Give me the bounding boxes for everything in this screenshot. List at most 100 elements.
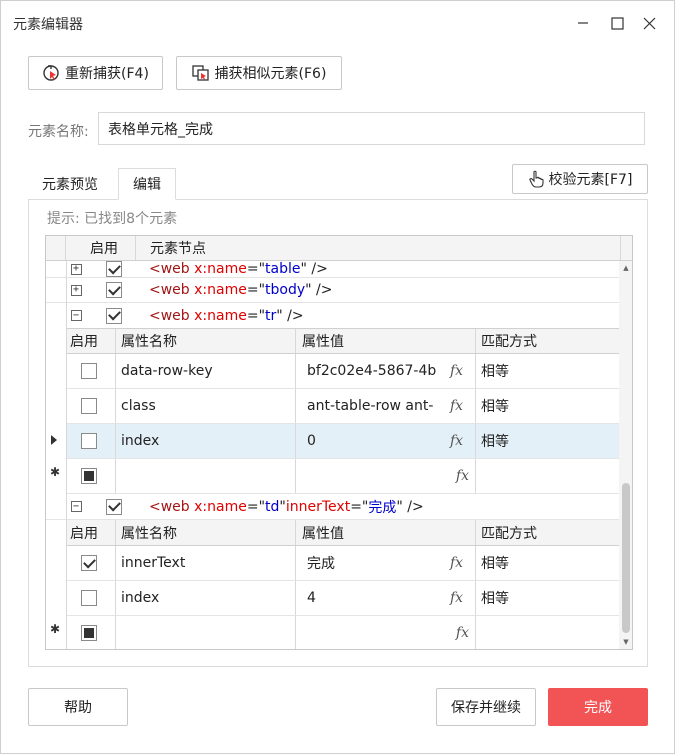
fx-icon[interactable]: fx	[450, 398, 463, 414]
element-name-input[interactable]	[98, 112, 645, 145]
tr-attr-header-name: 属性名称	[121, 334, 177, 350]
grid-header-node-label: 元素节点	[150, 241, 206, 257]
current-row-indicator-icon	[51, 435, 57, 445]
td-attr-header-value: 属性值	[302, 525, 344, 542]
recapture-icon	[42, 64, 60, 82]
grid-scrollbar[interactable]: ▲ ▼	[619, 261, 632, 649]
help-label: 帮助	[64, 700, 92, 716]
capture-similar-button[interactable]: 捕获相似元素(F6)	[176, 56, 342, 90]
fx-icon[interactable]: fx	[456, 625, 469, 641]
element-editor-window: 元素编辑器 重新捕获(F4) 捕获相似元素(F6) 元素名称: 元素预览 编辑	[0, 0, 675, 754]
tr-attr-new-row[interactable]: fx	[66, 459, 619, 494]
td-attr-innertext-checkbox[interactable]	[81, 555, 97, 571]
node-table-checkbox[interactable]	[106, 261, 122, 277]
td-new-row-checkbox[interactable]	[81, 625, 97, 641]
window-title: 元素编辑器	[13, 17, 83, 33]
verify-element-button[interactable]: 校验元素[F7]	[512, 164, 648, 194]
attr-value-cell[interactable]: 4	[307, 590, 442, 606]
node-row-tbody[interactable]: + <web x:name =" tbody " />	[46, 278, 619, 303]
verify-element-label: 校验元素[F7]	[548, 172, 633, 188]
edit-panel: 提示: 已找到8个元素 启用 元素节点 + <web x:name =" table…	[28, 199, 648, 667]
tr-attr-header-row: 启用 属性名称 属性值 匹配方式	[66, 328, 619, 354]
scroll-up-icon[interactable]: ▲	[622, 264, 630, 272]
tab-element-preview[interactable]: 元素预览	[28, 168, 112, 200]
recapture-button[interactable]: 重新捕获(F4)	[28, 56, 163, 90]
tr-new-row-checkbox[interactable]	[81, 468, 97, 484]
node-row-tr[interactable]: − <web x:name =" tr " />	[46, 303, 619, 328]
recapture-label: 重新捕获(F4)	[65, 66, 149, 82]
expand-icon[interactable]: +	[70, 284, 82, 296]
close-icon[interactable]	[638, 13, 660, 33]
tr-attr-row[interactable]: class ant-table-row ant-fx 相等	[66, 389, 619, 424]
td-attr-row[interactable]: innerText 完成 fx 相等	[66, 546, 619, 581]
capture-similar-label: 捕获相似元素(F6)	[214, 66, 327, 82]
attr-name-cell: data-row-key	[121, 363, 213, 379]
fx-icon[interactable]: fx	[450, 433, 463, 449]
node-tbody-xml: <web x:name =" tbody " />	[149, 282, 333, 298]
done-label: 完成	[584, 700, 612, 716]
save-continue-button[interactable]: 保存并继续	[436, 688, 536, 726]
fx-icon[interactable]: fx	[456, 468, 469, 484]
match-mode-cell[interactable]: 相等	[481, 588, 509, 608]
tr-attr-class-checkbox[interactable]	[81, 398, 97, 414]
node-td-checkbox[interactable]	[106, 498, 122, 515]
tab-edit[interactable]: 编辑	[118, 168, 176, 200]
grid-header-enabled-label: 启用	[90, 241, 118, 257]
td-attr-header-match: 匹配方式	[481, 525, 537, 542]
tr-attr-header-value: 属性值	[302, 334, 344, 350]
hint-text: 提示: 已找到8个元素	[47, 211, 178, 227]
grid-indicator-divider	[66, 261, 67, 649]
node-tbody-checkbox[interactable]	[106, 282, 122, 298]
tab-edit-label: 编辑	[133, 177, 161, 193]
td-attr-header-enabled: 启用	[70, 525, 98, 542]
tr-attr-header-match: 匹配方式	[481, 334, 537, 350]
match-mode-cell[interactable]: 相等	[481, 431, 509, 451]
title-bar: 元素编辑器	[1, 1, 674, 45]
done-button[interactable]: 完成	[548, 688, 648, 726]
node-row-td[interactable]: − <web x:name =" td " innerText =" 完成 " />	[46, 494, 619, 520]
attr-name-cell: index	[121, 590, 160, 606]
collapse-icon[interactable]: −	[70, 310, 82, 321]
node-row-table[interactable]: + <web x:name =" table " />	[46, 261, 619, 278]
fx-icon[interactable]: fx	[450, 363, 463, 379]
capture-similar-icon	[191, 64, 210, 82]
minimize-icon[interactable]	[572, 13, 594, 33]
attr-value-cell[interactable]: bf2c02e4-5867-4b	[307, 363, 442, 379]
attr-value-cell[interactable]: 0	[307, 433, 442, 449]
tr-attr-index-checkbox[interactable]	[81, 433, 97, 449]
td-attr-header-row: 启用 属性名称 属性值 匹配方式	[66, 520, 619, 546]
help-button[interactable]: 帮助	[28, 688, 128, 726]
attr-value-cell[interactable]: 完成	[307, 553, 442, 573]
scrollbar-thumb[interactable]	[622, 483, 630, 633]
new-row-asterisk-icon: ✱	[50, 465, 61, 479]
tr-attr-data-row-key-checkbox[interactable]	[81, 363, 97, 379]
tr-attr-row[interactable]: data-row-key bf2c02e4-5867-4b fx 相等	[66, 354, 619, 389]
attr-name-cell: class	[121, 398, 156, 414]
node-tr-checkbox[interactable]	[106, 307, 122, 324]
td-attr-header-name: 属性名称	[121, 525, 177, 542]
attr-value-cell[interactable]: ant-table-row ant-	[307, 398, 442, 414]
collapse-icon[interactable]: −	[70, 501, 82, 512]
maximize-icon[interactable]	[606, 13, 628, 33]
attr-name-cell: innerText	[121, 555, 186, 571]
element-grid: 启用 元素节点 + <web x:name =" table " /> + <web …	[45, 235, 633, 650]
save-continue-label: 保存并继续	[451, 700, 521, 716]
attr-name-cell: index	[121, 433, 160, 449]
new-row-asterisk-icon: ✱	[50, 622, 61, 636]
tab-element-preview-label: 元素预览	[42, 177, 98, 193]
td-attr-index-checkbox[interactable]	[81, 590, 97, 606]
expand-icon[interactable]: +	[70, 263, 82, 275]
match-mode-cell[interactable]: 相等	[481, 553, 509, 573]
fx-icon[interactable]: fx	[450, 555, 463, 571]
element-name-label: 元素名称:	[28, 124, 89, 140]
node-td-xml: <web x:name =" td " innerText =" 完成 " />	[149, 498, 424, 516]
pointer-hand-icon	[528, 170, 544, 188]
fx-icon[interactable]: fx	[450, 590, 463, 606]
match-mode-cell[interactable]: 相等	[481, 396, 509, 416]
scroll-down-icon[interactable]: ▼	[622, 638, 630, 646]
td-attr-row[interactable]: index 4 fx 相等	[66, 581, 619, 616]
tr-attr-row-selected[interactable]: index 0 fx 相等	[66, 424, 619, 459]
match-mode-cell[interactable]: 相等	[481, 361, 509, 381]
grid-header-row: 启用 元素节点	[46, 236, 632, 261]
td-attr-new-row[interactable]: fx	[66, 616, 619, 649]
